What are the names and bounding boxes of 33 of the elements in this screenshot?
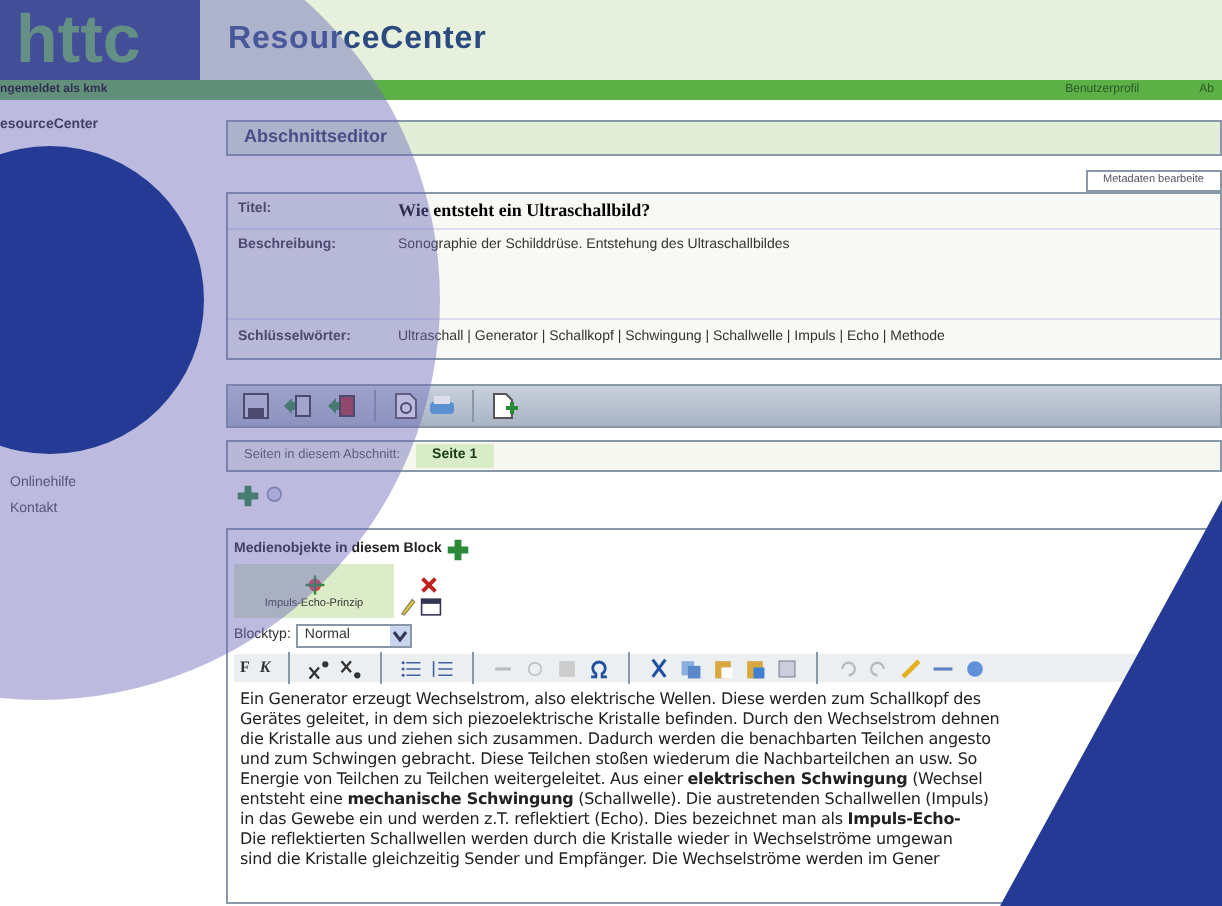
printer-icon[interactable] — [428, 392, 456, 420]
preview-icon[interactable] — [392, 392, 420, 420]
delete-icon[interactable] — [420, 576, 438, 594]
editor-text-line: Energie von Teilchen zu Teilchen weitergeleitet. Aus einer elektrischen Schwingung (Wechsel — [240, 770, 985, 790]
save-icon[interactable] — [242, 392, 270, 420]
editor-text-line: in das Gewebe ein und werden z.T. reflektiert (Echo). Dies bezeichnet man als Impuls-Echo- — [240, 810, 963, 830]
logo: httc — [0, 0, 200, 80]
section-title: Abschnittseditor — [244, 124, 388, 151]
field-value: Wie entsteht ein Ultraschallbild? — [398, 197, 651, 224]
subscript-icon[interactable] — [340, 657, 363, 679]
omega-icon[interactable] — [588, 657, 611, 679]
editor-text-line: die Kristalle aus und ziehen sich zusammen. Dadurch werden die benachbarten Teilchen angesto — [240, 730, 993, 750]
editor-text-line: Die reflektierten Schallwellen werden durch die Kristalle wieder in Wechselströme umgewan — [240, 830, 955, 850]
copy-icon[interactable] — [680, 657, 703, 679]
window-icon[interactable] — [420, 596, 442, 618]
new-page-icon[interactable] — [490, 392, 518, 420]
dropdown-arrow-icon — [390, 626, 411, 646]
editor-text-line: Gerätes geleitet, in dem sich piezoelektrische Kristalle befinden. Durch den Wechselstrom dehnen — [240, 710, 1002, 730]
editor-text-line: sind die Kristalle gleichzeitig Sender und Empfänger. Die Wechselströme werden im Gener — [240, 850, 942, 870]
bold-button[interactable]: F — [240, 656, 250, 680]
app-title: ResourceCenter — [228, 20, 487, 60]
add-icon[interactable] — [236, 484, 260, 508]
italic-button[interactable]: K — [259, 656, 271, 680]
paste-icon[interactable] — [712, 657, 735, 679]
add-icon[interactable] — [445, 538, 470, 562]
paste-word-icon[interactable] — [744, 657, 767, 679]
editor-text-line: Ein Generator erzeugt Wechselstrom, also elektrische Wellen. Diese werden zum Schallkopf des — [240, 690, 983, 710]
editor-text-line: und zum Schwingen gebracht. Diese Teilchen stoßen wiederum die Nachbarteilchen an usw. So — [240, 750, 979, 770]
editor-text-line: entsteht eine mechanische Schwingung (Schallwelle). Die austretenden Schallwellen (Impuls) — [240, 790, 991, 810]
superscript-icon[interactable] — [308, 657, 331, 679]
numbered-list-icon[interactable] — [432, 657, 455, 679]
bullet-list-icon[interactable] — [400, 657, 423, 679]
scissors-icon[interactable] — [648, 657, 671, 679]
